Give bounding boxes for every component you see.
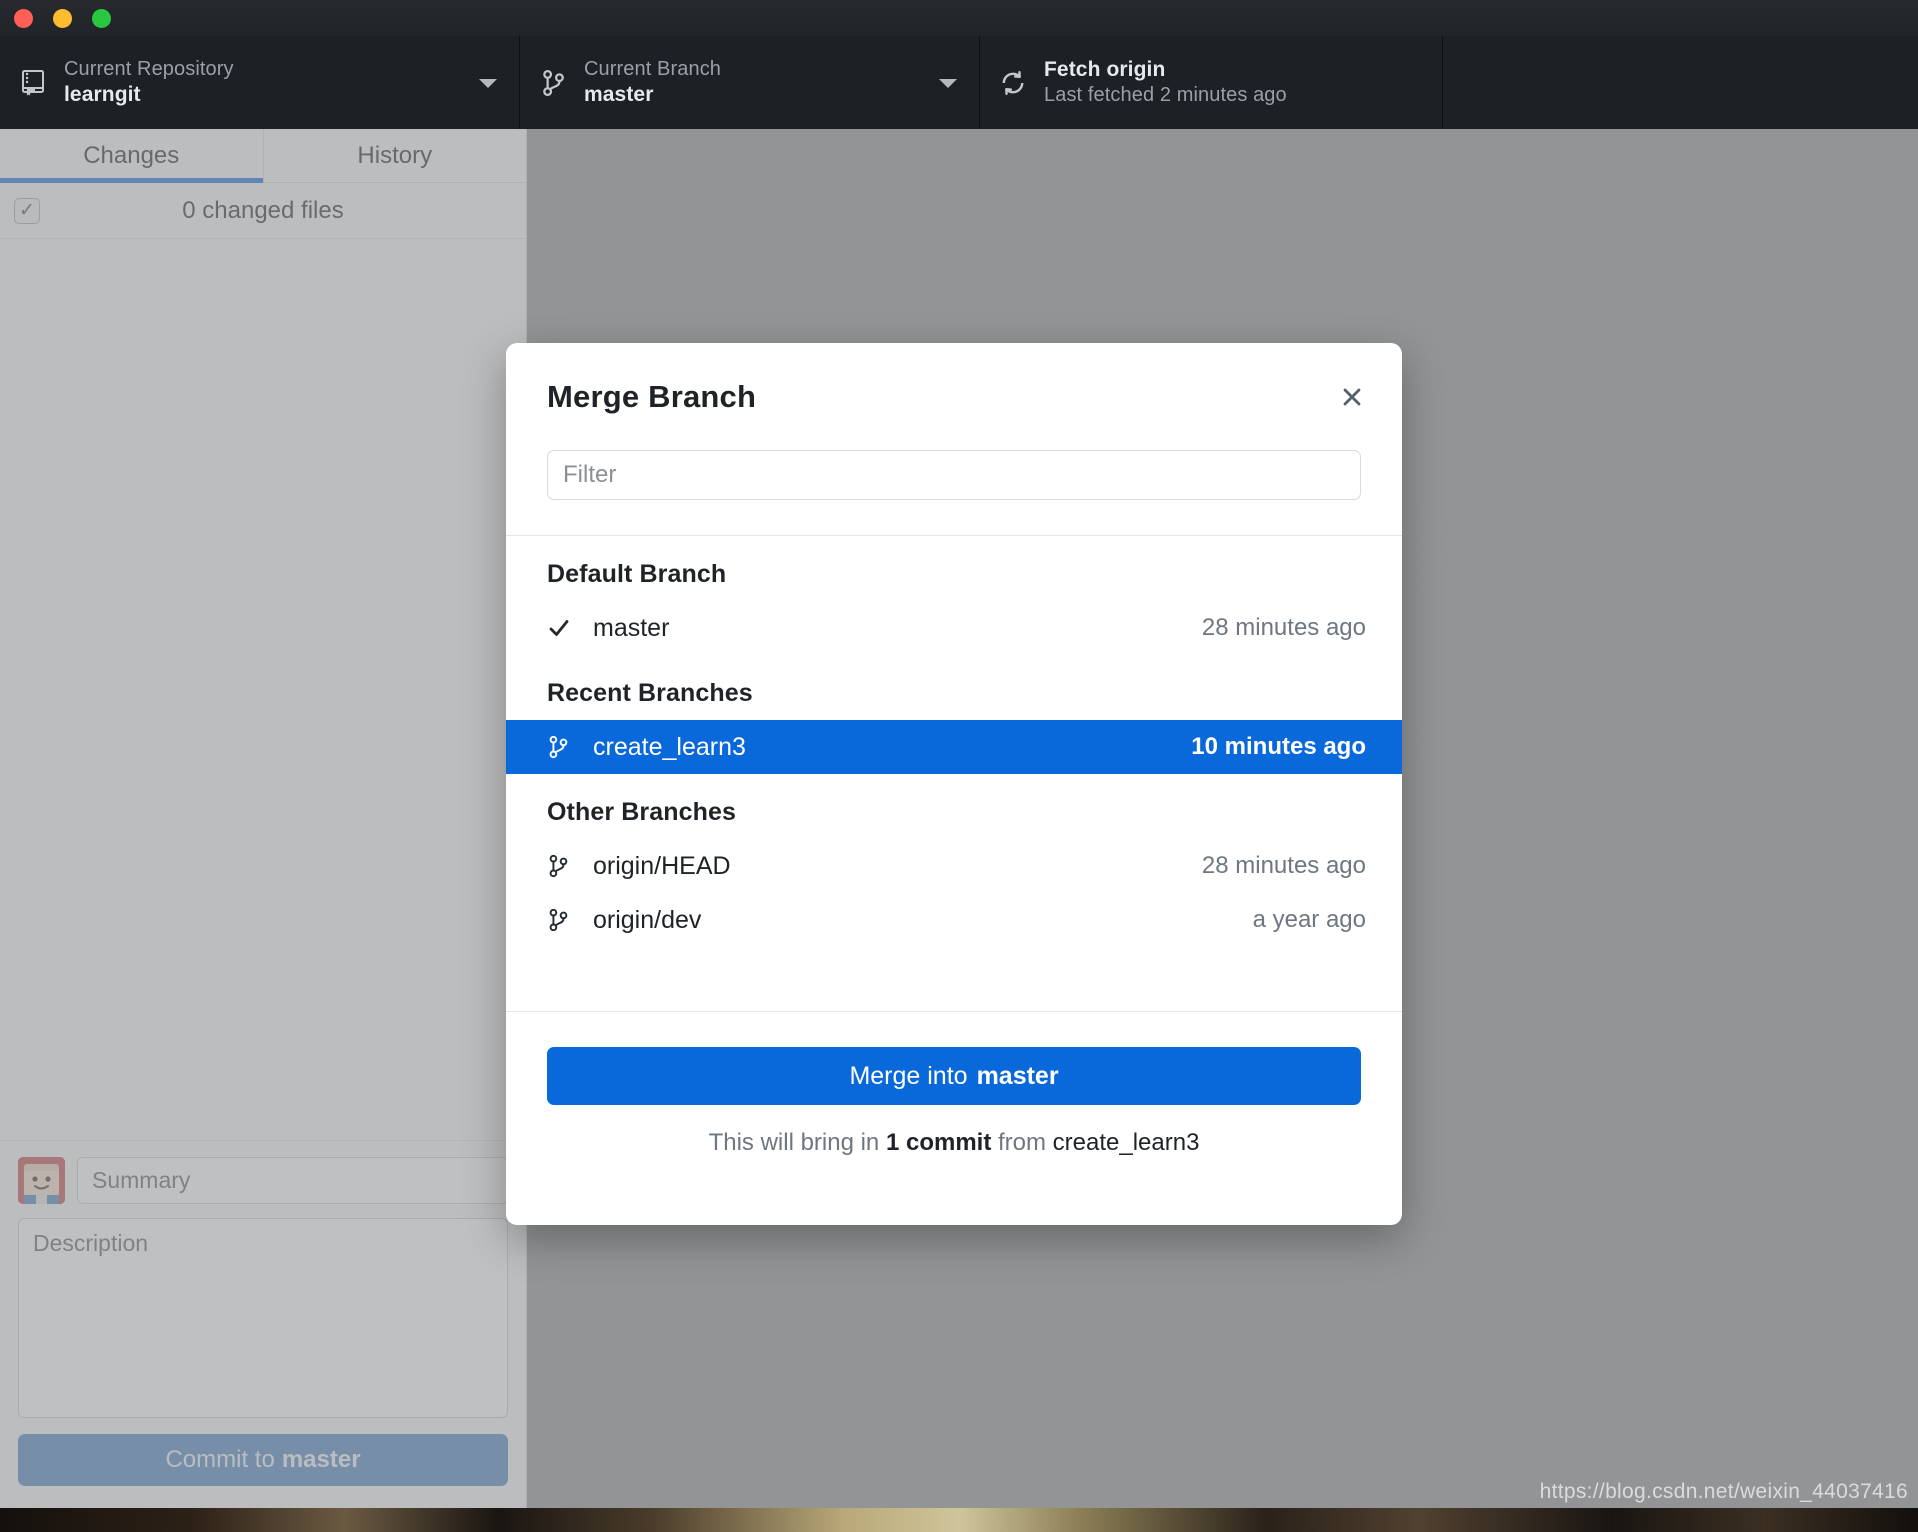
chevron-down-icon — [939, 78, 957, 88]
branch-time: 28 minutes ago — [1201, 614, 1366, 641]
git-branch-icon — [547, 907, 579, 933]
current-repository-button[interactable]: Current Repository learngit — [0, 36, 520, 129]
fetch-origin-text: Fetch origin Last fetched 2 minutes ago — [1044, 57, 1287, 108]
close-window-button[interactable] — [14, 9, 33, 28]
branch-row-origin-head[interactable]: origin/HEAD 28 minutes ago — [506, 839, 1402, 893]
branch-name: master — [593, 613, 670, 642]
toolbar: Current Repository learngit Current Bran… — [0, 36, 1918, 130]
merge-button-prefix: Merge into — [849, 1061, 968, 1090]
watermark: https://blog.csdn.net/weixin_44037416 — [1539, 1480, 1908, 1503]
dialog-title: Merge Branch — [547, 378, 757, 414]
branch-time: 10 minutes ago — [1191, 733, 1366, 760]
current-branch-text: Current Branch master — [584, 57, 721, 108]
branch-time: a year ago — [1252, 906, 1366, 933]
modal-backdrop-sidebar[interactable] — [0, 129, 527, 1508]
current-repository-value: learngit — [64, 82, 141, 106]
group-heading-recent: Recent Branches — [547, 679, 753, 707]
toolbar-empty-area — [1443, 36, 1918, 129]
screen: Current Repository learngit Current Bran… — [0, 0, 1918, 1532]
maximize-window-button[interactable] — [92, 9, 111, 28]
current-repository-label: Current Repository — [64, 58, 234, 81]
current-branch-button[interactable]: Current Branch master — [520, 36, 980, 129]
sync-icon — [996, 68, 1030, 98]
merge-button-branch: master — [976, 1061, 1059, 1090]
dialog-footer: Merge into master This will bring in 1 c… — [506, 1011, 1402, 1157]
branch-row-master[interactable]: master 28 minutes ago — [506, 601, 1402, 655]
group-heading-other: Other Branches — [547, 798, 736, 826]
merge-note-count: 1 commit — [885, 1129, 992, 1156]
git-branch-icon — [547, 734, 579, 760]
app-window: Current Repository learngit Current Bran… — [0, 0, 1918, 1508]
git-branch-icon — [547, 853, 579, 879]
merge-note: This will bring in 1 commit from create_… — [547, 1129, 1361, 1157]
current-repository-text: Current Repository learngit — [64, 57, 234, 108]
current-branch-label: Current Branch — [584, 58, 722, 81]
fetch-origin-title: Fetch origin — [1044, 58, 1166, 82]
check-icon — [547, 616, 579, 640]
merge-note-middle: from — [998, 1129, 1046, 1156]
branch-time: 28 minutes ago — [1201, 852, 1366, 879]
close-icon[interactable] — [1335, 380, 1369, 414]
branch-name: origin/dev — [593, 905, 702, 934]
chevron-down-icon — [479, 78, 497, 88]
title-bar — [0, 0, 1918, 36]
filter-wrapper: Filter — [506, 450, 1402, 500]
dialog-header: Merge Branch — [506, 343, 1402, 450]
minimize-window-button[interactable] — [53, 9, 72, 28]
fetch-origin-subtitle: Last fetched 2 minutes ago — [1044, 84, 1287, 107]
merge-note-prefix: This will bring in — [708, 1129, 880, 1156]
git-branch-icon — [536, 68, 570, 98]
branch-name: create_learn3 — [593, 732, 746, 761]
merge-branch-dialog: Merge Branch Filter Default Branch maste… — [506, 343, 1402, 1225]
group-heading-default: Default Branch — [547, 560, 727, 588]
repo-icon — [16, 69, 50, 97]
merge-note-source-branch: create_learn3 — [1052, 1129, 1200, 1156]
branch-name: origin/HEAD — [593, 851, 731, 880]
branch-list: Default Branch master 28 minutes ago Rec… — [506, 536, 1402, 1011]
branch-row-create-learn3[interactable]: create_learn3 10 minutes ago — [506, 720, 1402, 774]
merge-into-branch-button[interactable]: Merge into master — [547, 1047, 1361, 1105]
fetch-origin-button[interactable]: Fetch origin Last fetched 2 minutes ago — [980, 36, 1443, 129]
filter-input[interactable]: Filter — [547, 450, 1361, 500]
desktop-wallpaper-strip — [0, 1505, 1918, 1532]
branch-row-origin-dev[interactable]: origin/dev a year ago — [506, 893, 1402, 947]
window-controls — [14, 9, 111, 28]
current-branch-value: master — [584, 82, 654, 106]
